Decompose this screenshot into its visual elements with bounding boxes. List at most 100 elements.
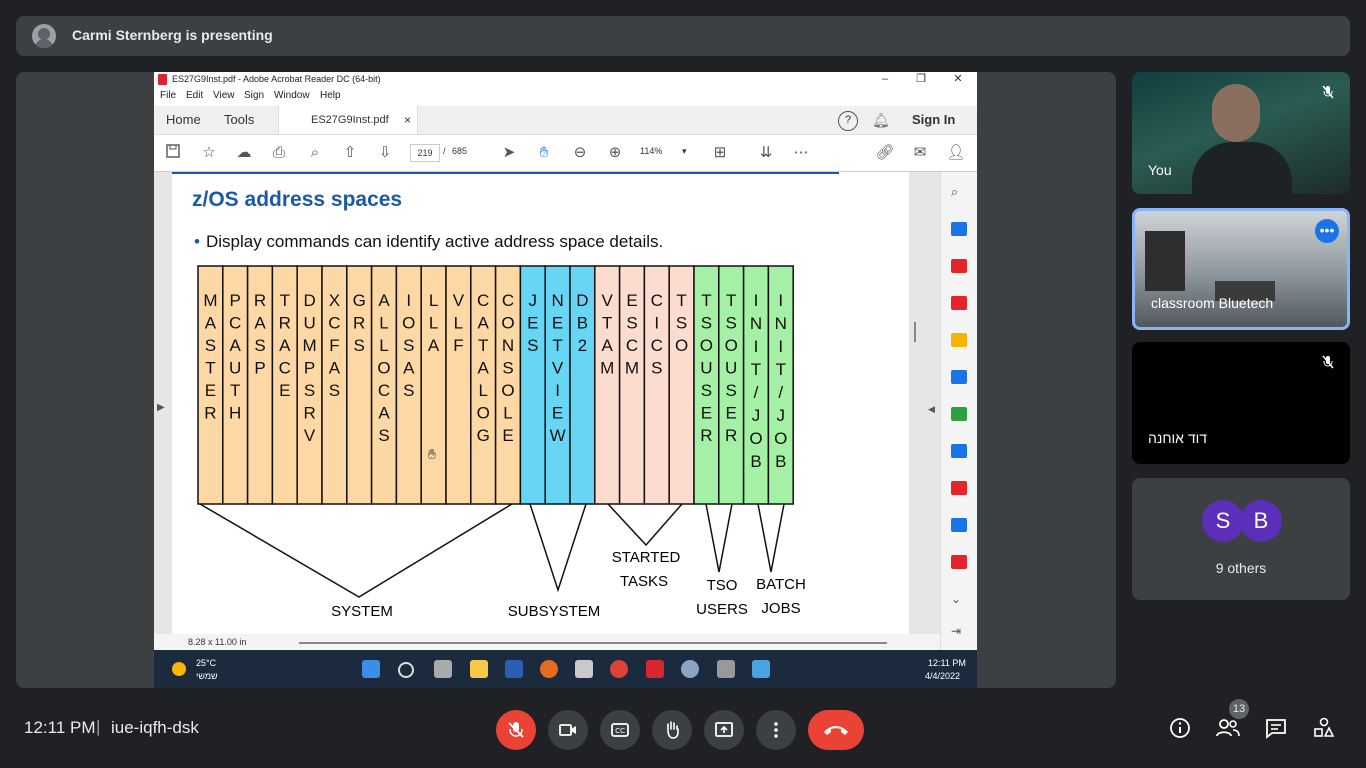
address-space-label-char: S <box>254 336 265 355</box>
account-icon[interactable]: 👤︎ <box>946 143 966 163</box>
save-icon[interactable] <box>163 143 183 163</box>
raise-hand-button[interactable] <box>652 710 692 750</box>
horizontal-scrollbar[interactable] <box>299 642 887 644</box>
others-tile[interactable]: S B 9 others <box>1132 478 1350 600</box>
address-space-label-char: R <box>353 314 365 333</box>
tab-home[interactable]: Home <box>166 106 201 134</box>
right-panel-collapse-icon[interactable]: ◀ <box>928 404 935 415</box>
minimize-button[interactable]: – <box>872 72 898 88</box>
menu-file[interactable]: File <box>160 90 176 101</box>
menu-edit[interactable]: Edit <box>186 90 203 101</box>
address-space-label-char: A <box>378 291 390 310</box>
fill-sign-icon[interactable] <box>951 481 967 495</box>
tab-tools[interactable]: Tools <box>224 106 254 134</box>
upload-cloud-icon[interactable]: ☁ <box>234 143 254 163</box>
create-pdf-icon[interactable] <box>951 259 967 273</box>
page-up-icon[interactable]: ⇧ <box>340 143 360 163</box>
vertical-scrollbar[interactable] <box>914 322 916 342</box>
close-window-button[interactable]: ✕ <box>945 72 971 88</box>
organize-pages-icon[interactable] <box>951 407 967 421</box>
address-space-label-char: / <box>754 383 759 402</box>
chat-icon[interactable] <box>1264 716 1288 745</box>
mic-toggle-button[interactable] <box>496 710 536 750</box>
page-number-input[interactable]: 219 <box>410 144 440 162</box>
protect-icon[interactable] <box>951 518 967 532</box>
select-cursor-icon[interactable]: ➤ <box>499 143 519 163</box>
zoom-select[interactable]: 114% ▾ <box>640 146 692 156</box>
address-space-label-char: T <box>726 291 736 310</box>
window-titlebar: ES27G9Inst.pdf - Adobe Acrobat Reader DC… <box>154 72 977 88</box>
more-options-button[interactable] <box>756 710 796 750</box>
help-icon[interactable]: ? <box>838 111 858 131</box>
left-panel-expand-icon[interactable]: ▶ <box>157 402 165 413</box>
snipping-tool-icon[interactable] <box>717 660 735 678</box>
scroll-mode-icon[interactable]: ⇊ <box>756 143 776 163</box>
participant-name: classroom Bluetech <box>1151 295 1274 311</box>
captions-button[interactable]: CC <box>600 710 640 750</box>
acrobat-taskbar-icon[interactable] <box>646 660 664 678</box>
tab-document[interactable]: ES27G9Inst.pdf × <box>278 106 418 134</box>
address-space-label-char: C <box>651 291 663 310</box>
camera-toggle-button[interactable] <box>548 710 588 750</box>
print-icon[interactable]: ⎙ <box>269 143 289 163</box>
zoom-in-icon[interactable]: ⊕ <box>605 143 625 163</box>
people-icon[interactable] <box>1215 716 1241 745</box>
edit-pdf-icon[interactable] <box>951 296 967 310</box>
zoom-out-icon[interactable]: ⊖ <box>570 143 590 163</box>
page-fit-icon[interactable]: ⊞ <box>710 143 730 163</box>
close-tab-icon[interactable]: × <box>404 106 411 134</box>
address-space-label-char: A <box>478 314 490 333</box>
start-icon[interactable] <box>362 660 380 678</box>
participant-tile-classroom[interactable]: ••• classroom Bluetech <box>1132 208 1350 330</box>
powershell-icon[interactable] <box>505 660 523 678</box>
more-tools-icon[interactable]: ⋯ <box>791 143 811 163</box>
chevron-down-icon: ▾ <box>682 146 687 156</box>
participant-tile-you[interactable]: You <box>1132 72 1350 194</box>
search-icon[interactable]: ⌕ <box>951 184 967 199</box>
menu-sign[interactable]: Sign <box>244 90 264 101</box>
address-space-label-char: S <box>329 381 340 400</box>
participant-tile-david[interactable]: דוד אוחנה <box>1132 342 1350 464</box>
more-options-icon[interactable]: ••• <box>1315 219 1339 243</box>
address-space-label-char: F <box>453 336 463 355</box>
file-explorer-icon[interactable] <box>470 660 488 678</box>
settings-icon[interactable] <box>681 660 699 678</box>
address-space-label-char: T <box>751 360 761 379</box>
address-space-label-char: A <box>428 336 440 355</box>
menu-window[interactable]: Window <box>274 90 310 101</box>
more-tools-pane-icon[interactable] <box>951 555 967 569</box>
star-icon[interactable]: ☆ <box>199 143 219 163</box>
task-view-icon[interactable] <box>434 660 452 678</box>
address-space-label-char: L <box>379 314 388 333</box>
bell-icon[interactable]: 🔔︎ <box>872 106 890 134</box>
address-space-label-char: U <box>303 314 315 333</box>
menu-help[interactable]: Help <box>320 90 341 101</box>
share-link-icon[interactable]: 🔗︎ <box>875 143 895 163</box>
search-icon[interactable] <box>398 662 414 678</box>
present-screen-button[interactable] <box>704 710 744 750</box>
page-down-icon[interactable]: ⇩ <box>375 143 395 163</box>
maximize-button[interactable]: ❐ <box>908 72 934 88</box>
email-icon[interactable]: ✉ <box>910 143 930 163</box>
firefox-icon[interactable] <box>540 660 558 678</box>
comment-icon[interactable] <box>951 333 967 347</box>
address-space-label-char: / <box>778 383 783 402</box>
address-space-label-char: A <box>329 359 341 378</box>
notepad-icon[interactable] <box>752 660 770 678</box>
leave-call-button[interactable] <box>808 710 864 750</box>
menu-view[interactable]: View <box>213 90 235 101</box>
compress-pdf-icon[interactable] <box>951 444 967 458</box>
zoom-search-icon[interactable]: ⌕ <box>305 143 325 163</box>
address-space-label-char: L <box>454 314 463 333</box>
sign-in-button[interactable]: Sign In <box>912 106 955 134</box>
hand-tool-icon[interactable]: ✋︎ <box>534 143 554 163</box>
chrome-icon[interactable] <box>610 660 628 678</box>
export-pdf-icon[interactable] <box>951 222 967 236</box>
store-icon[interactable] <box>575 660 593 678</box>
meeting-info-icon[interactable] <box>1168 716 1192 745</box>
chevron-down-icon[interactable]: ⌄ <box>951 592 967 606</box>
collapse-pane-icon[interactable]: ⇥ <box>951 624 967 638</box>
address-space-label-char: A <box>205 314 217 333</box>
activities-icon[interactable] <box>1312 716 1336 745</box>
combine-files-icon[interactable] <box>951 370 967 384</box>
